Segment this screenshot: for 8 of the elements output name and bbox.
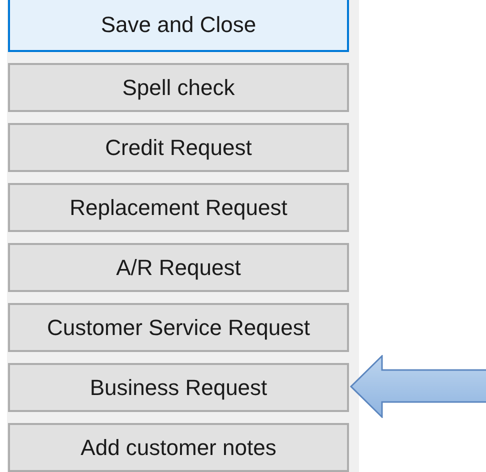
action-button[interactable]: Credit Request	[8, 123, 349, 172]
action-button[interactable]: Save and Close	[8, 0, 349, 52]
action-button[interactable]: A/R Request	[8, 243, 349, 292]
action-button[interactable]: Customer Service Request	[8, 303, 349, 352]
action-button[interactable]: Replacement Request	[8, 183, 349, 232]
action-button[interactable]: Add customer notes	[8, 423, 349, 472]
action-button[interactable]: Business Request	[8, 363, 349, 412]
action-button[interactable]: Spell check	[8, 63, 349, 112]
